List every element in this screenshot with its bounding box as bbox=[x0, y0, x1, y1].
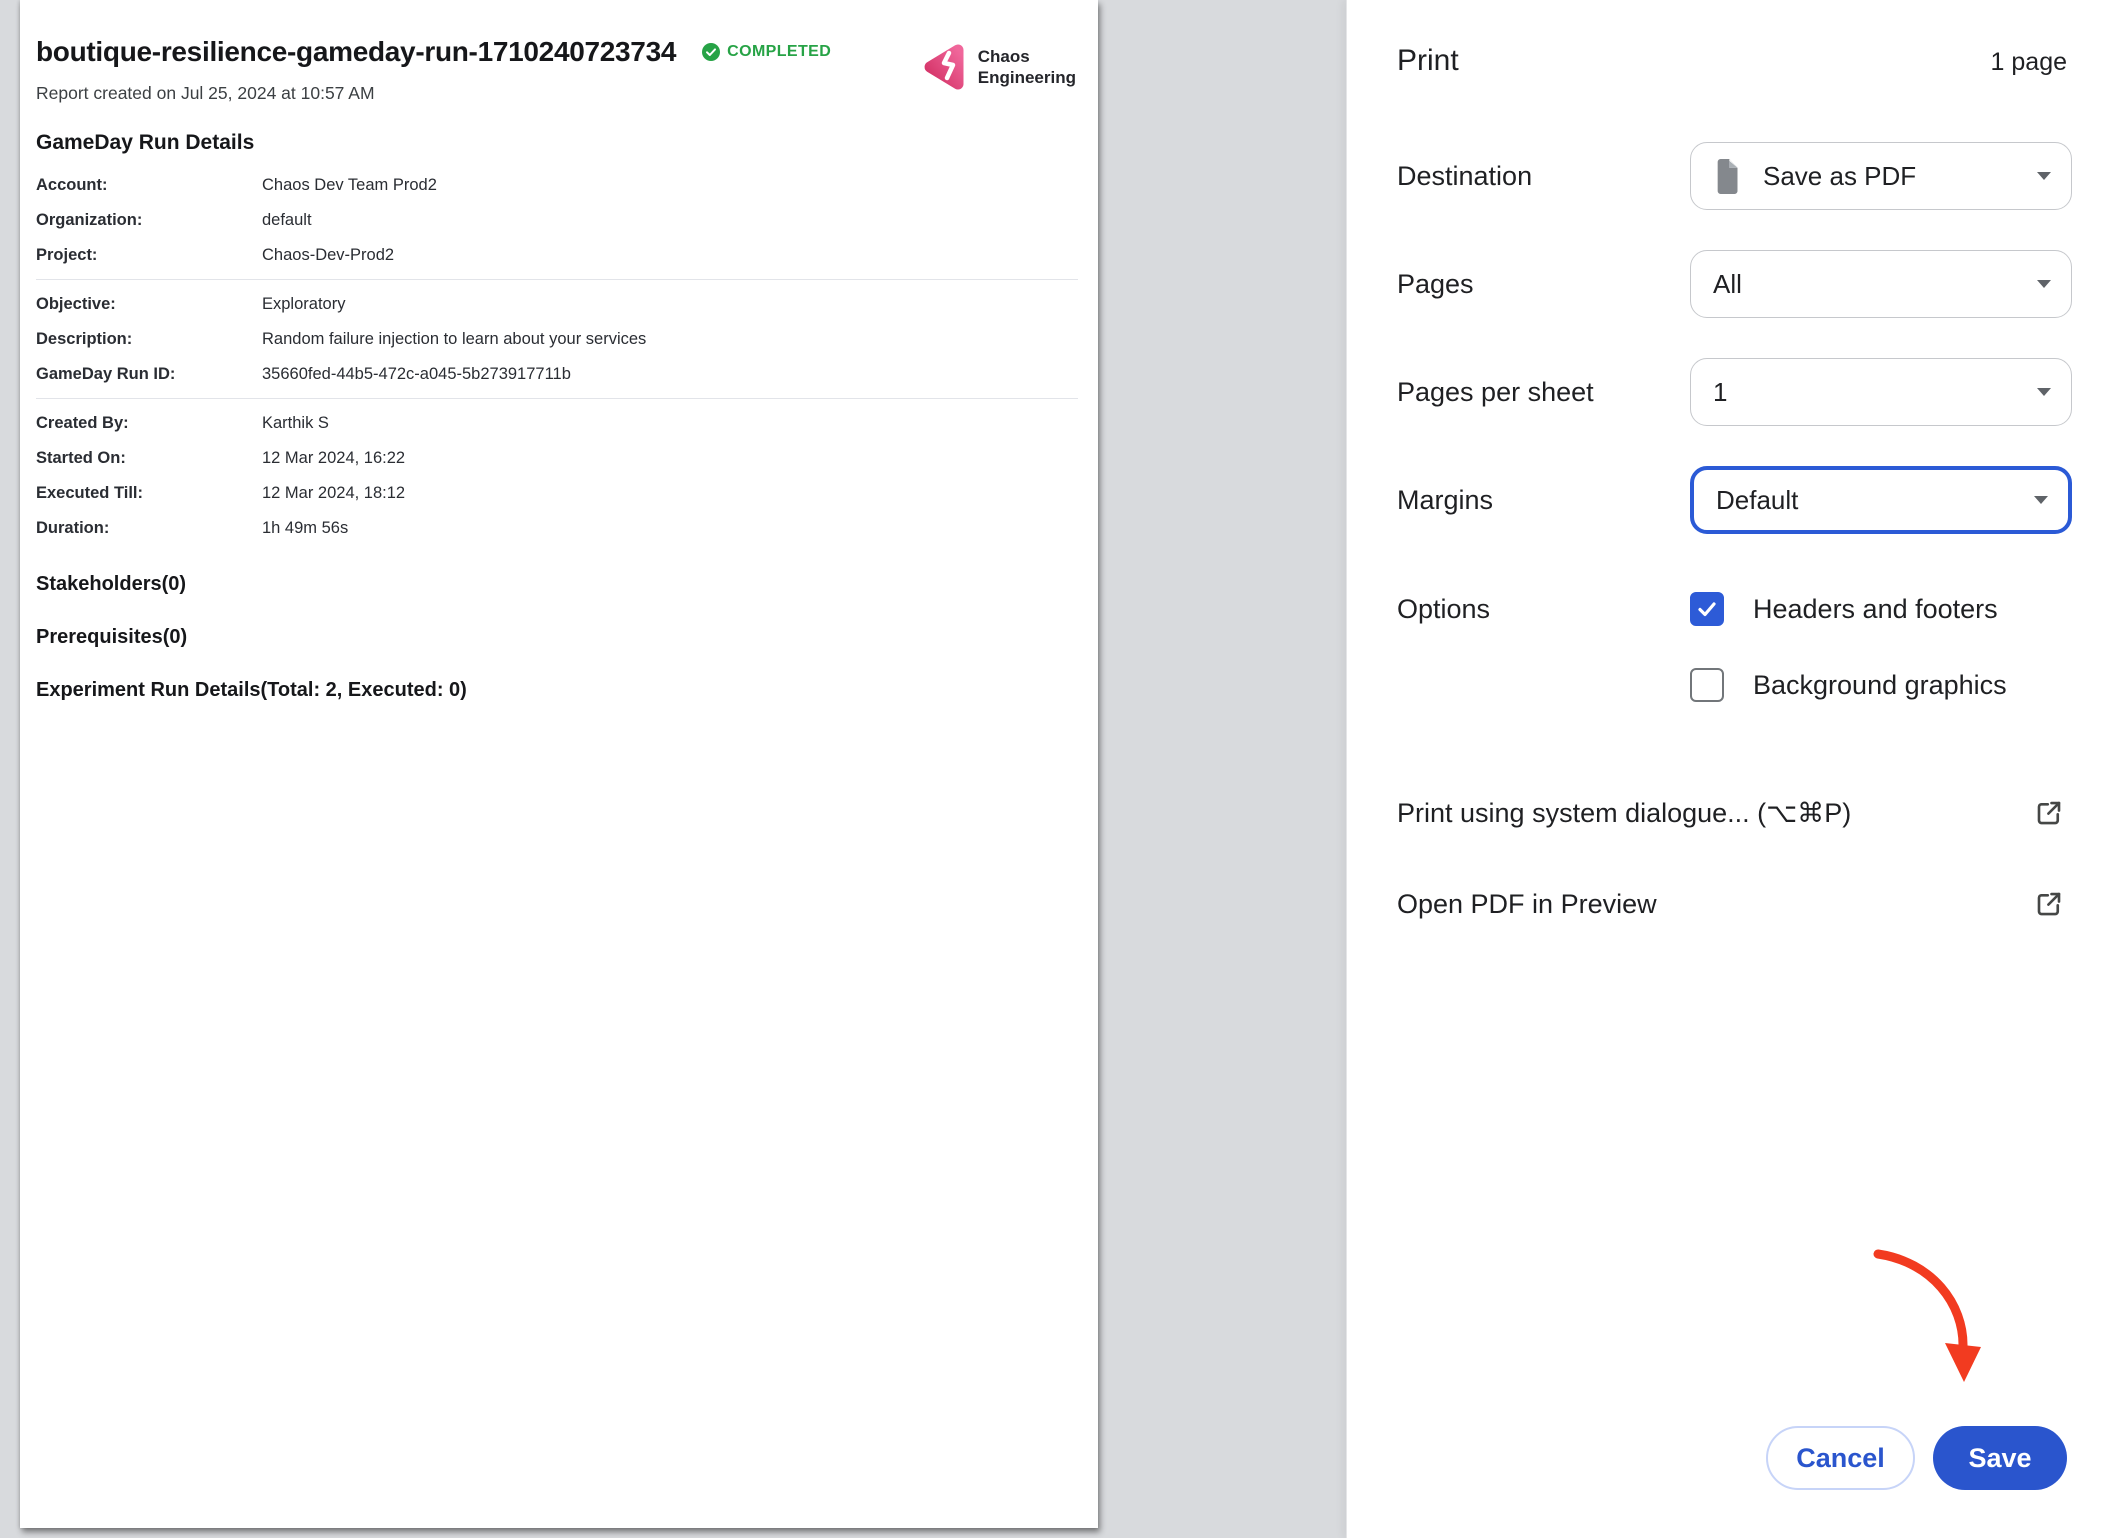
margins-row: Margins Default bbox=[1347, 466, 2110, 534]
chrome-print-dialog: boutique-resilience-gameday-run-17102407… bbox=[0, 0, 2110, 1538]
options-row-headers-footers: Options Headers and footers bbox=[1347, 591, 2110, 627]
margins-label: Margins bbox=[1397, 466, 1493, 534]
pages-per-sheet-label: Pages per sheet bbox=[1397, 358, 1594, 426]
save-button[interactable]: Save bbox=[1933, 1426, 2067, 1490]
detail-row-organization: Organization: default bbox=[36, 203, 1078, 238]
detail-row-objective: Objective: Exploratory bbox=[36, 287, 1078, 322]
print-system-dialog-link[interactable]: Print using system dialogue... (⌥⌘P) bbox=[1347, 791, 2110, 835]
margins-value: Default bbox=[1716, 485, 1798, 516]
status-badge: COMPLETED bbox=[702, 43, 831, 61]
brand-line2: Engineering bbox=[978, 67, 1076, 88]
experiment-run-details-heading: Experiment Run Details(Total: 2, Execute… bbox=[36, 679, 1078, 702]
pages-label: Pages bbox=[1397, 250, 1474, 318]
destination-row: Destination Save as PDF bbox=[1347, 142, 2110, 210]
divider bbox=[36, 279, 1078, 280]
chaos-pinwheel-icon bbox=[921, 42, 969, 92]
dropdown-caret-icon bbox=[2037, 388, 2051, 396]
detail-row-executed-till: Executed Till: 12 Mar 2024, 18:12 bbox=[36, 476, 1078, 511]
print-preview-area: boutique-resilience-gameday-run-17102407… bbox=[0, 0, 1346, 1538]
cancel-button[interactable]: Cancel bbox=[1766, 1426, 1915, 1490]
open-in-new-icon bbox=[2034, 889, 2064, 919]
detail-row-duration: Duration: 1h 49m 56s bbox=[36, 511, 1078, 546]
destination-value: Save as PDF bbox=[1763, 161, 1916, 192]
options-label: Options bbox=[1397, 591, 1490, 627]
open-pdf-in-preview-link[interactable]: Open PDF in Preview bbox=[1347, 882, 2110, 926]
print-system-dialog-label: Print using system dialogue... (⌥⌘P) bbox=[1397, 791, 1851, 835]
section-heading: GameDay Run Details bbox=[36, 131, 1078, 155]
panel-header: Print 1 page bbox=[1397, 44, 2067, 78]
checkmark-icon bbox=[1695, 597, 1719, 621]
prerequisites-heading: Prerequisites(0) bbox=[36, 626, 1078, 649]
check-circle-icon bbox=[702, 43, 720, 61]
pages-per-sheet-select[interactable]: 1 bbox=[1690, 358, 2072, 426]
chaos-engineering-logo: Chaos Engineering bbox=[921, 42, 1076, 92]
pages-select[interactable]: All bbox=[1690, 250, 2072, 318]
pages-value: All bbox=[1713, 269, 1742, 300]
detail-row-started-on: Started On: 12 Mar 2024, 16:22 bbox=[36, 441, 1078, 476]
dialog-title: Print bbox=[1397, 44, 1459, 78]
destination-label: Destination bbox=[1397, 142, 1532, 210]
background-graphics-label: Background graphics bbox=[1753, 667, 2007, 703]
divider bbox=[36, 398, 1078, 399]
open-pdf-in-preview-label: Open PDF in Preview bbox=[1397, 882, 1657, 926]
margins-select[interactable]: Default bbox=[1690, 466, 2072, 534]
detail-row-gameday-run-id: GameDay Run ID: 35660fed-44b5-472c-a045-… bbox=[36, 357, 1078, 392]
detail-row-description: Description: Random failure injection to… bbox=[36, 322, 1078, 357]
print-settings-panel: Print 1 page Destination Save as PDF Pag… bbox=[1346, 0, 2110, 1538]
detail-row-project: Project: Chaos-Dev-Prod2 bbox=[36, 238, 1078, 273]
background-graphics-checkbox[interactable] bbox=[1690, 668, 1724, 702]
brand-line1: Chaos bbox=[978, 46, 1076, 67]
options-row-background-graphics: Background graphics bbox=[1347, 667, 2110, 703]
report-title: boutique-resilience-gameday-run-17102407… bbox=[36, 36, 676, 68]
pages-row: Pages All bbox=[1347, 250, 2110, 318]
headers-and-footers-label: Headers and footers bbox=[1753, 591, 1998, 627]
open-in-new-icon bbox=[2034, 798, 2064, 828]
dropdown-caret-icon bbox=[2034, 496, 2048, 504]
destination-select[interactable]: Save as PDF bbox=[1690, 142, 2072, 210]
page-count: 1 page bbox=[1991, 48, 2067, 77]
detail-row-created-by: Created By: Karthik S bbox=[36, 406, 1078, 441]
pdf-file-icon bbox=[1713, 158, 1741, 195]
dropdown-caret-icon bbox=[2037, 172, 2051, 180]
dropdown-caret-icon bbox=[2037, 280, 2051, 288]
pages-per-sheet-value: 1 bbox=[1713, 377, 1727, 408]
detail-row-account: Account: Chaos Dev Team Prod2 bbox=[36, 168, 1078, 203]
pages-per-sheet-row: Pages per sheet 1 bbox=[1347, 358, 2110, 426]
status-label: COMPLETED bbox=[727, 43, 831, 61]
stakeholders-heading: Stakeholders(0) bbox=[36, 573, 1078, 596]
report-preview-page: boutique-resilience-gameday-run-17102407… bbox=[20, 0, 1098, 1528]
dialog-button-bar: Cancel Save bbox=[1766, 1426, 2067, 1490]
brand-name: Chaos Engineering bbox=[978, 46, 1076, 88]
headers-and-footers-checkbox[interactable] bbox=[1690, 592, 1724, 626]
